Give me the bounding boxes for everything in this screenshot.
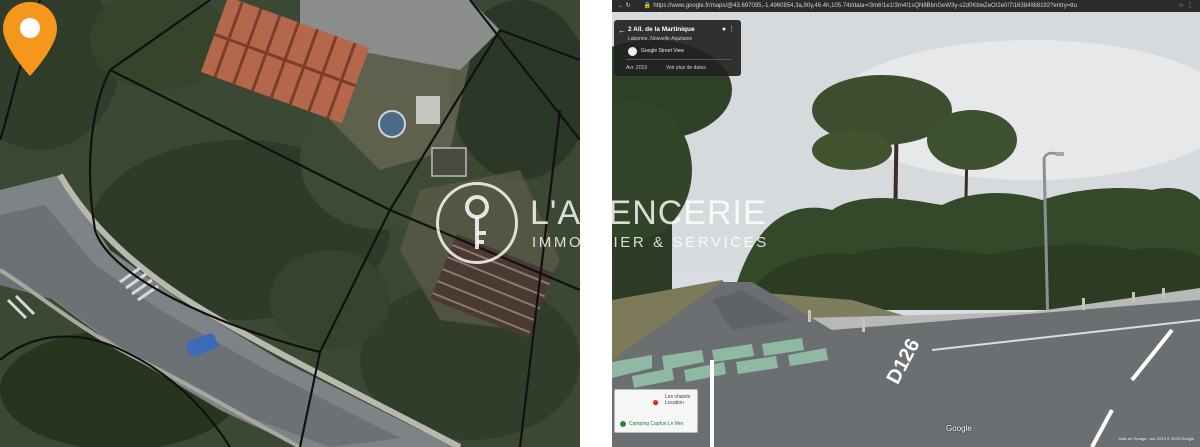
pin-and-menu-icons[interactable]: ● ⋮ (722, 25, 735, 33)
watermark-tagline: IMMOBILIER & SERVICES (532, 234, 769, 251)
street-view-place-card[interactable]: ← 2 All. de la Martinique Labenne, Nouve… (614, 20, 741, 76)
browser-address-bar[interactable]: ← ↻ 🔒 https://www.google.fr/maps/@43.697… (612, 0, 1200, 12)
street-view-provider: Google Street View (641, 48, 684, 54)
back-arrow-icon[interactable]: ← (618, 26, 626, 35)
street-view-icon (628, 47, 637, 56)
key-logo-ring (436, 182, 518, 264)
campground-icon (620, 421, 626, 427)
card-divider (626, 59, 732, 60)
google-logo: Google (946, 424, 972, 433)
location-pin-icon[interactable] (0, 0, 60, 78)
image-credits: Date de l'image : oct. 2019 © 2023 Googl… (1118, 436, 1194, 441)
place-locality: Labenne, Nouvelle-Aquitaine (628, 36, 693, 42)
key-icon (465, 195, 489, 249)
place-address: 2 All. de la Martinique (628, 26, 695, 33)
minimap-label: Les chalets Location (665, 394, 691, 406)
agency-watermark: L'AGENCERIE IMMOBILIER & SERVICES (434, 180, 774, 270)
browser-toolbar-icons[interactable]: ☆⋮ (1179, 0, 1196, 12)
minimap-pin-icon: ● (652, 395, 660, 409)
watermark-brand: L'AGENCERIE (530, 194, 767, 232)
minimap-poi: Camping Capfun Le Mer (629, 421, 684, 427)
capture-date[interactable]: Avr. 2019 (626, 65, 647, 71)
screenshot-root: D126 ← ↻ 🔒 https://www.google.fr/maps/@4… (0, 0, 1200, 447)
lock-icon: 🔒 (643, 3, 652, 9)
back-forward-icon[interactable]: ← ↻ (612, 0, 642, 12)
url-text[interactable]: https://www.google.fr/maps/@43.697095,-1… (653, 0, 1077, 12)
more-dates-link[interactable]: Voir plus de dates (666, 65, 706, 71)
minimap[interactable]: ● Les chalets Location Camping Capfun Le … (614, 389, 698, 433)
